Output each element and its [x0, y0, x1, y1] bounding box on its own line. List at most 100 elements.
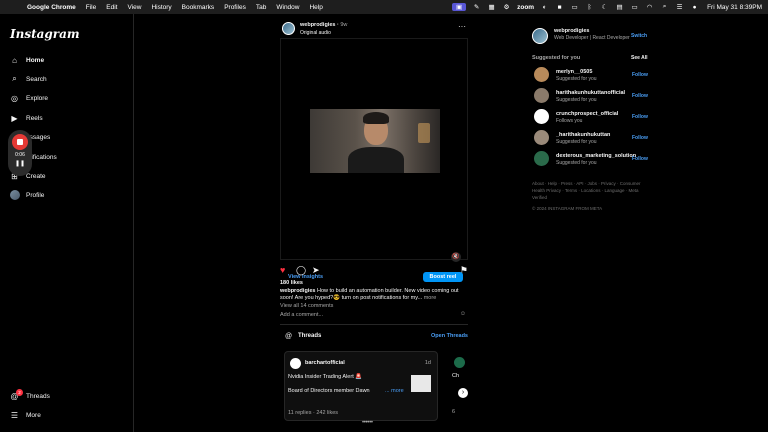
thread-more-link[interactable]: ... more — [385, 388, 404, 394]
menu-window[interactable]: Window — [276, 4, 299, 11]
menu-edit[interactable]: Edit — [106, 4, 117, 11]
nav-search[interactable]: ⌕ Search — [9, 72, 47, 86]
suggestion-name[interactable]: merlyn__0505 — [556, 69, 592, 75]
view-comments-link[interactable]: View all 14 comments — [280, 303, 333, 309]
screen-record-icon[interactable]: ▣ — [452, 3, 467, 11]
switch-account-link[interactable]: Switch — [631, 33, 647, 39]
comment-input[interactable]: Add a comment... — [280, 312, 323, 318]
avatar[interactable] — [534, 151, 549, 166]
follow-button[interactable]: Follow — [632, 72, 648, 78]
see-all-link[interactable]: See All — [631, 55, 648, 61]
hamburger-icon: ☰ — [10, 410, 19, 420]
reel-video[interactable]: 🔇 View insights Boost reel — [280, 38, 468, 282]
grid-icon[interactable]: ▦ — [487, 3, 496, 11]
emoji-icon[interactable]: ☺ — [460, 311, 466, 317]
avatar[interactable] — [534, 88, 549, 103]
suggested-title: Suggested for you — [532, 55, 581, 61]
menu-view[interactable]: View — [127, 4, 141, 11]
menu-bookmarks[interactable]: Bookmarks — [182, 4, 215, 11]
current-user-name[interactable]: webprodigies — [554, 28, 589, 34]
nav-more[interactable]: ☰ More — [9, 408, 41, 422]
nav-threads[interactable]: @2 Threads — [9, 388, 50, 403]
dial-icon[interactable]: ◐ — [540, 3, 549, 11]
menu-clock[interactable]: Fri May 31 8:39PM — [707, 4, 762, 11]
like-count[interactable]: 180 likes — [280, 280, 303, 286]
current-user-avatar[interactable] — [532, 28, 548, 44]
thread-stats: 11 replies · 242 likes — [288, 410, 339, 416]
nav-home-label: Home — [26, 56, 45, 64]
suggestion-name[interactable]: harithakunhukuttanofficial — [556, 90, 625, 96]
suggestion-row: harithakunhukuttanofficial Suggested for… — [532, 88, 652, 104]
pause-button[interactable]: ❚❚ — [15, 160, 25, 167]
zoom-app-label[interactable]: zoom — [517, 4, 534, 11]
stop-record-button[interactable] — [12, 134, 28, 150]
thread-card[interactable]: barchartofficial 1d Nvidia Insider Tradi… — [284, 351, 438, 421]
nav-explore[interactable]: ◎ Explore — [9, 91, 48, 105]
settings-icon[interactable]: ⚙ — [502, 3, 511, 11]
thread-image[interactable] — [411, 375, 431, 392]
suggestion-reason: Suggested for you — [556, 160, 597, 166]
more-options-icon[interactable]: ··· — [458, 22, 466, 31]
suggestion-reason: Suggested for you — [556, 76, 597, 82]
menu-profiles[interactable]: Profiles — [224, 4, 246, 11]
caption-username[interactable]: webprodigies — [280, 288, 315, 294]
divider — [280, 324, 468, 325]
suggestion-name[interactable]: crunchprospect_official — [556, 111, 618, 117]
like-icon[interactable]: ♥ — [280, 265, 285, 275]
menu-bar: Google Chrome File Edit View History Boo… — [0, 0, 768, 14]
post-header: webprodigies · 9w Original audio ··· — [280, 20, 468, 38]
thread-peek-text: Ch — [452, 373, 460, 379]
post-username[interactable]: webprodigies — [300, 22, 335, 28]
menu-history[interactable]: History — [151, 4, 171, 11]
wifi-icon[interactable]: ◠ — [645, 3, 654, 11]
caption-more[interactable]: more — [424, 295, 437, 301]
open-threads-link[interactable]: Open Threads — [431, 333, 468, 339]
nav-home[interactable]: ⌂ Home — [9, 53, 44, 67]
instagram-logo[interactable]: Instagram — [10, 27, 80, 41]
home-icon: ⌂ — [12, 55, 17, 65]
threads-icon: @2 — [9, 388, 23, 402]
follow-button[interactable]: Follow — [632, 156, 648, 162]
post-author[interactable]: webprodigies · 9w — [300, 22, 347, 28]
post-audio[interactable]: Original audio — [300, 30, 331, 36]
record-timer: 0:06 — [15, 152, 25, 158]
cast-icon[interactable]: ▭ — [570, 3, 579, 11]
comment-icon[interactable]: ◯ — [296, 265, 306, 275]
siri-icon[interactable]: ● — [690, 3, 699, 11]
nav-search-label: Search — [26, 75, 47, 83]
nav-profile[interactable]: Profile — [9, 188, 44, 202]
spotlight-icon[interactable]: ⌕ — [660, 3, 669, 11]
control-center-icon[interactable]: ☰ — [675, 3, 684, 11]
nav-reels[interactable]: ▶ Reels — [9, 111, 42, 125]
mute-icon[interactable]: 🔇 — [451, 252, 461, 262]
follow-button[interactable]: Follow — [632, 135, 648, 141]
footer-links[interactable]: About · Help · Press · API · Jobs · Priv… — [532, 180, 642, 201]
menu-tab[interactable]: Tab — [256, 4, 266, 11]
camera-icon[interactable]: ■ — [555, 3, 564, 11]
thread-text-line1: Nvidia Insider Trading Alert 🚨 — [288, 374, 363, 380]
avatar[interactable] — [534, 130, 549, 145]
thread-text-line2: Board of Directors member Dawn — [288, 388, 370, 394]
moon-icon[interactable]: ☾ — [600, 3, 609, 11]
keyboard-icon[interactable]: ▤ — [615, 3, 624, 11]
menu-app-name[interactable]: Google Chrome — [27, 4, 76, 11]
chevron-right-icon[interactable]: › — [458, 388, 468, 398]
bookmark-icon[interactable]: ⚑ — [460, 265, 468, 275]
thread-author[interactable]: barchartofficial — [305, 360, 345, 366]
avatar[interactable] — [534, 109, 549, 124]
menu-file[interactable]: File — [86, 4, 96, 11]
follow-button[interactable]: Follow — [632, 114, 648, 120]
suggestion-name[interactable]: _harithakunhukuttan — [556, 132, 610, 138]
share-icon[interactable]: ➤ — [312, 265, 320, 275]
thread-card-next[interactable]: Ch › 6 — [446, 351, 468, 421]
thread-avatar[interactable] — [290, 358, 301, 369]
bluetooth-icon[interactable]: ᛒ — [585, 3, 594, 11]
menu-help[interactable]: Help — [309, 4, 322, 11]
suggestion-name[interactable]: dexterous_marketing_solution — [556, 153, 636, 159]
follow-button[interactable]: Follow — [632, 93, 648, 99]
avatar[interactable] — [534, 67, 549, 82]
post-author-avatar[interactable] — [282, 22, 295, 35]
battery-icon[interactable]: ▭ — [630, 3, 639, 11]
pen-icon[interactable]: ✎ — [472, 3, 481, 11]
left-sidebar: Instagram ⌂ Home ⌕ Search ◎ Explore ▶ Re… — [0, 14, 134, 432]
